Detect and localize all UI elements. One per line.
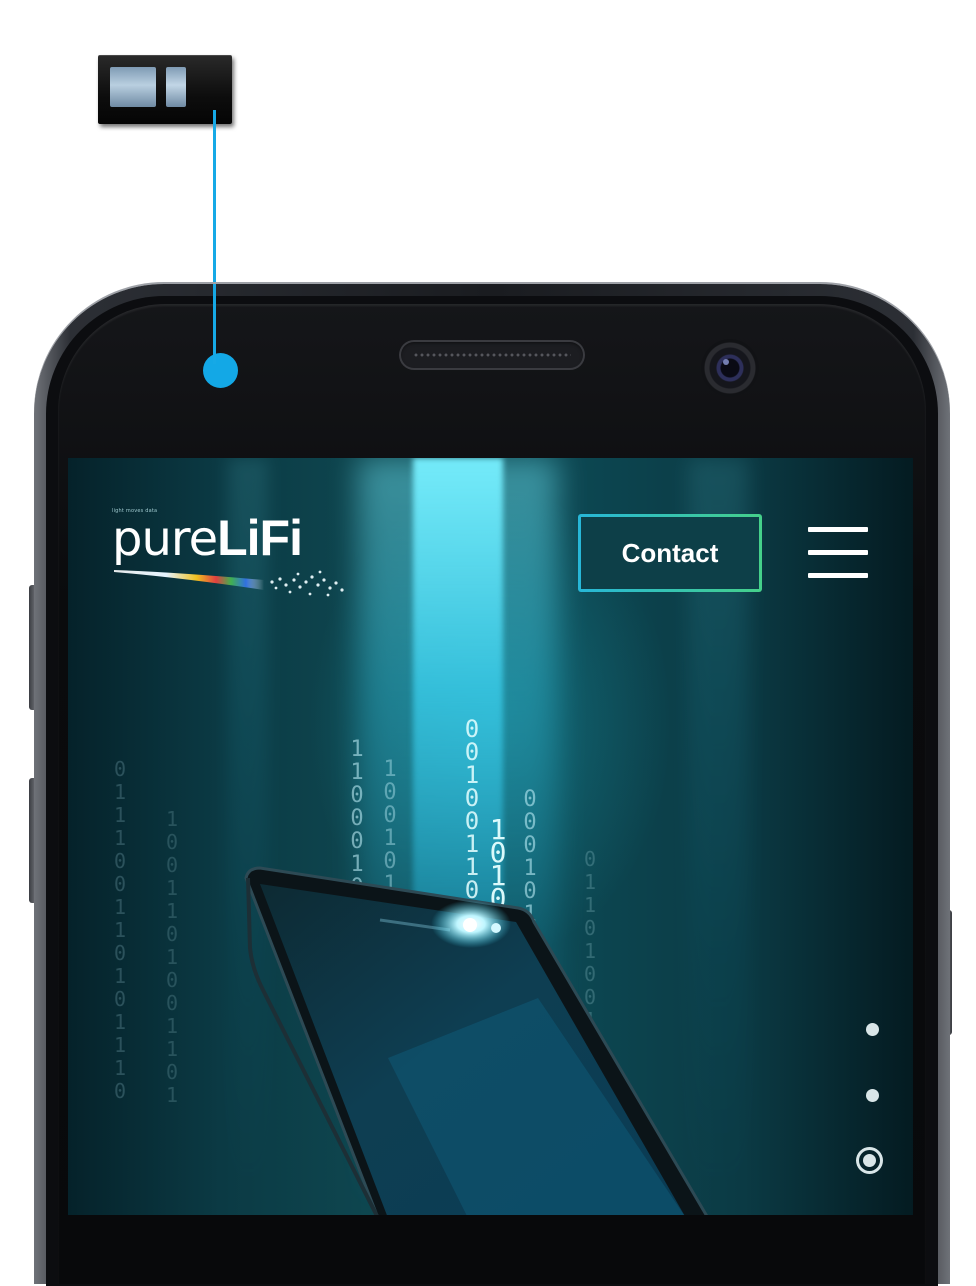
hero-smartphone-illustration [244,866,708,1215]
earpiece-speaker [399,340,585,370]
logo-wordmark: pureLiFi [112,510,303,567]
callout-dot-marker [203,353,238,388]
slide-dot-2[interactable] [866,1089,879,1102]
logo-text-bold: LiFi [217,510,303,566]
slide-dot-3-active[interactable] [856,1147,883,1174]
hamburger-menu-icon[interactable] [808,527,870,581]
callout-line-lower [213,284,216,364]
logo-spectrum-swoosh [114,570,344,597]
phone-screen: 0 1 1 1 0 0 1 1 0 1 0 1 1 1 0 1 0 0 1 1 … [68,458,913,1215]
purelifi-logo[interactable]: light moves data pureLiFi [112,508,352,608]
sensor-pad-right [166,67,186,107]
logo-text-light: pure [112,511,218,567]
binary-column: 0 1 1 1 0 0 1 1 0 1 0 1 1 1 0 [113,757,127,1103]
sensor-pad-left [110,67,156,107]
front-camera-icon [701,339,759,397]
slide-dot-1[interactable] [866,1023,879,1036]
contact-button[interactable]: Contact [578,514,762,592]
photodetector-chip-icon [98,55,232,124]
binary-column: 1 0 0 1 1 0 1 0 0 1 1 0 1 [165,807,179,1107]
